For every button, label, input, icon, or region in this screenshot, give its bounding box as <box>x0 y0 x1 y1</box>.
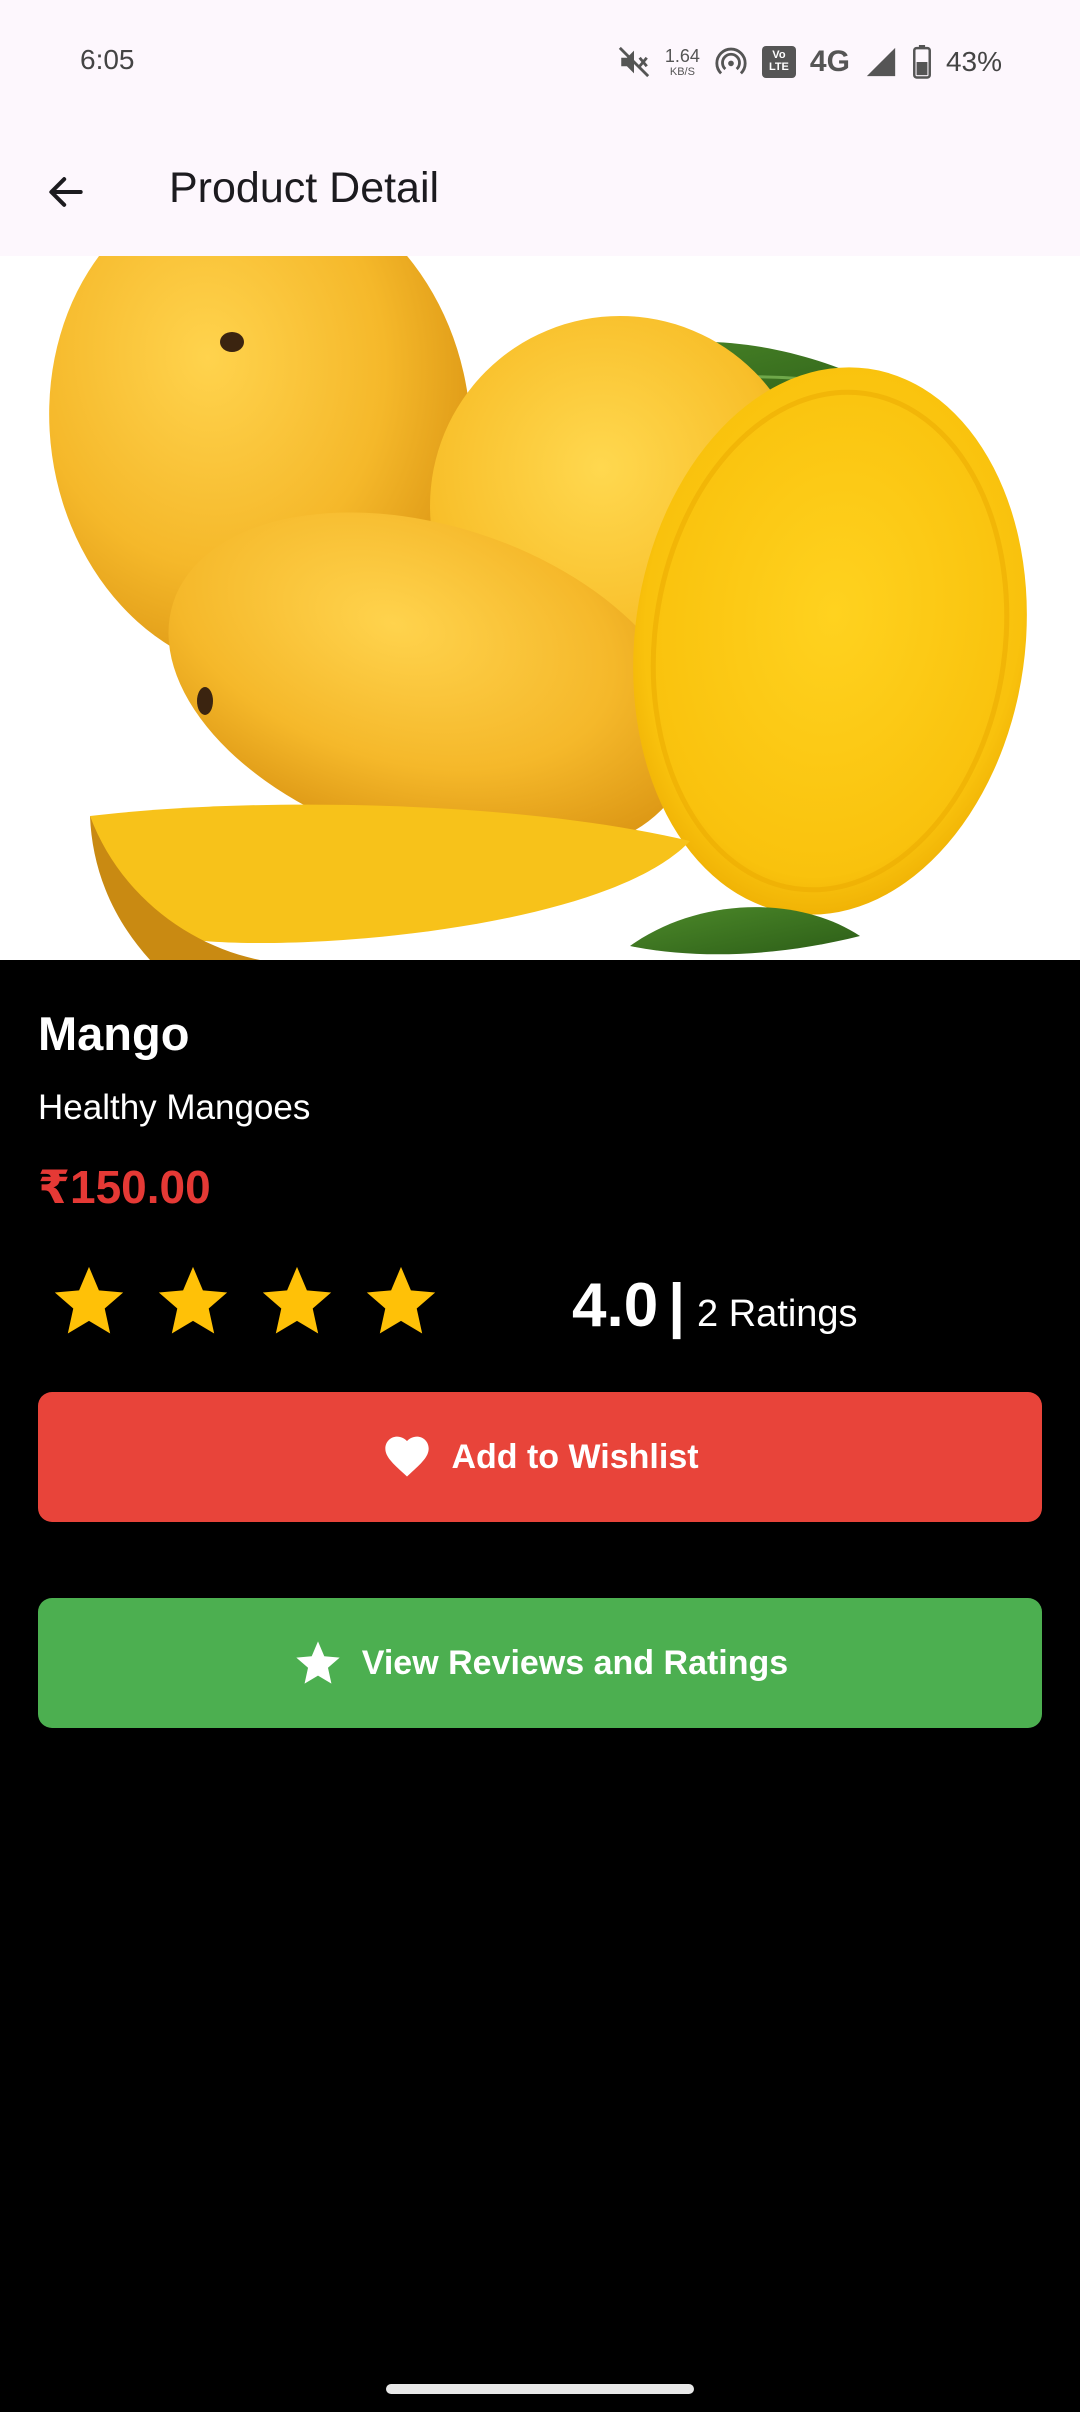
signal-icon <box>866 47 896 77</box>
rating-count: 2 Ratings <box>697 1293 858 1335</box>
star-icon <box>262 1266 332 1334</box>
view-reviews-button[interactable]: View Reviews and Ratings <box>38 1598 1042 1728</box>
volte-icon: Vo LTE <box>761 46 796 78</box>
app-bar: Product Detail <box>0 128 1080 256</box>
rating-summary: 4.0 | 2 Ratings <box>572 1270 858 1341</box>
home-indicator[interactable] <box>386 2384 694 2394</box>
battery-percent: 43% <box>945 46 1002 77</box>
rating-separator: | <box>668 1272 685 1339</box>
product-image <box>0 256 1080 960</box>
star-rating <box>48 1260 442 1342</box>
network-type: 4G <box>809 45 850 78</box>
page-title: Product Detail <box>169 164 440 212</box>
product-description: Healthy Mangoes <box>38 1088 311 1127</box>
network-speed: 1.64 KB/S <box>665 47 700 78</box>
status-bar: 6:05 1.64 KB/S Vo LTE 4G 43% <box>0 0 1080 128</box>
wishlist-label: Add to Wishlist <box>451 1437 699 1476</box>
star-icon <box>296 1641 340 1684</box>
star-icon <box>54 1266 124 1334</box>
hotspot-icon <box>715 47 747 75</box>
star-icon <box>158 1266 228 1334</box>
speed-value: 1.64 <box>664 45 700 66</box>
product-price: ₹150.00 <box>38 1161 211 1213</box>
add-to-wishlist-button[interactable]: Add to Wishlist <box>38 1392 1042 1522</box>
battery-icon <box>912 45 931 79</box>
product-name: Mango <box>38 1007 190 1060</box>
header-area: 6:05 1.64 KB/S Vo LTE 4G 43% Product Det… <box>0 0 1080 256</box>
arrow-back-icon <box>49 177 83 207</box>
status-icons: 1.64 KB/S Vo LTE 4G 43% <box>617 40 1002 84</box>
status-time: 6:05 <box>80 44 135 75</box>
heart-icon <box>385 1436 430 1477</box>
reviews-label: View Reviews and Ratings <box>361 1643 789 1682</box>
back-button[interactable] <box>28 162 104 222</box>
rating-value: 4.0 <box>572 1271 659 1340</box>
mango-illustration <box>0 256 1080 960</box>
volte-bottom: LTE <box>768 61 789 73</box>
speed-unit: KB/S <box>669 65 695 78</box>
star-icon <box>366 1266 436 1334</box>
mute-icon <box>618 46 650 78</box>
